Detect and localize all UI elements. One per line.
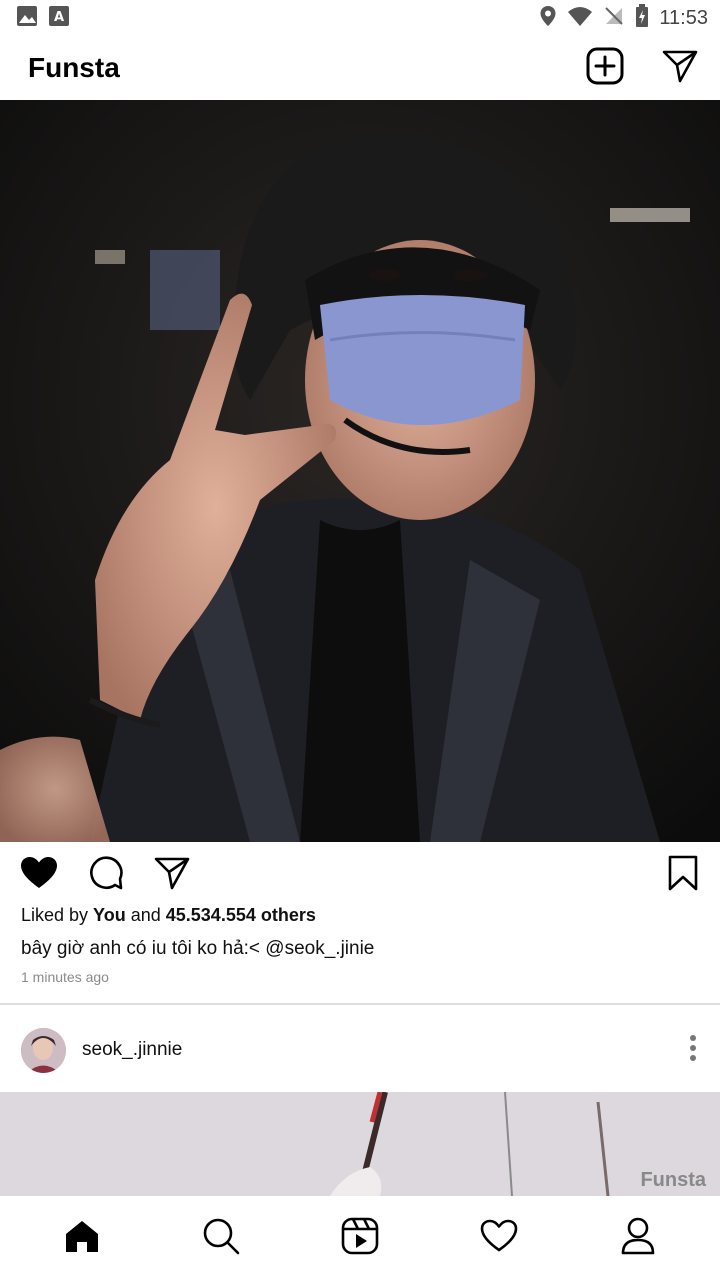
next-post-username[interactable]: seok_.jinnie xyxy=(82,1039,182,1061)
post-actions-left xyxy=(20,855,190,896)
app-header: Funsta xyxy=(0,36,720,100)
app-title: Funsta xyxy=(28,52,120,83)
like-button[interactable] xyxy=(20,856,58,895)
svg-text:A: A xyxy=(54,10,64,25)
wifi-icon xyxy=(567,5,593,32)
status-right: 11:53 xyxy=(539,3,708,33)
image-notification-icon xyxy=(16,5,38,32)
status-left: A xyxy=(16,5,70,32)
share-icon xyxy=(154,856,190,895)
more-vertical-icon xyxy=(688,1034,698,1067)
direct-message-button[interactable] xyxy=(662,49,698,88)
post-photo[interactable] xyxy=(0,100,720,842)
post-actions xyxy=(0,852,720,898)
next-post-photo[interactable]: Funsta xyxy=(0,1092,720,1196)
likes-user[interactable]: You xyxy=(93,905,126,925)
next-post-header: seok_.jinnie xyxy=(0,1020,720,1080)
add-post-icon xyxy=(586,47,624,90)
status-bar: A 11:53 xyxy=(0,0,720,36)
likes-middle: and xyxy=(125,905,166,925)
bookmark-button[interactable] xyxy=(668,855,698,896)
location-icon xyxy=(539,5,557,32)
nav-activity[interactable] xyxy=(459,1208,539,1268)
likes-prefix: Liked by xyxy=(21,905,94,925)
nav-reels[interactable] xyxy=(320,1208,400,1268)
post-timestamp: 1 minutes ago xyxy=(21,969,109,985)
post-divider xyxy=(0,1003,720,1005)
bookmark-icon xyxy=(668,855,698,896)
activity-icon xyxy=(480,1219,518,1258)
home-icon xyxy=(63,1218,101,1259)
bottom-nav xyxy=(0,1196,720,1280)
heart-filled-icon xyxy=(20,856,58,895)
next-post-user[interactable]: seok_.jinnie xyxy=(21,1027,182,1073)
add-post-button[interactable] xyxy=(586,47,624,90)
watermark-text: Funsta xyxy=(640,1169,706,1191)
likes-count[interactable]: 45.534.554 others xyxy=(166,905,316,925)
nav-home[interactable] xyxy=(42,1208,122,1268)
avatar[interactable] xyxy=(21,1027,66,1073)
reels-icon xyxy=(341,1217,379,1260)
status-time: 11:53 xyxy=(659,6,708,29)
search-icon xyxy=(202,1217,240,1260)
header-actions xyxy=(586,47,698,90)
no-sim-icon xyxy=(603,5,625,32)
comment-button[interactable] xyxy=(88,855,124,896)
battery-charging-icon xyxy=(635,3,649,33)
comment-icon xyxy=(88,855,124,896)
share-button[interactable] xyxy=(154,856,190,895)
post-menu-button[interactable] xyxy=(688,1034,698,1067)
font-notification-icon: A xyxy=(48,5,70,32)
nav-search[interactable] xyxy=(181,1208,261,1268)
likes-text: Liked by You and 45.534.554 others xyxy=(21,905,316,926)
post-caption: bây giờ anh có iu tôi ko hả:< @seok_.jin… xyxy=(21,938,375,959)
direct-message-icon xyxy=(662,49,698,88)
nav-profile[interactable] xyxy=(598,1208,678,1268)
profile-icon xyxy=(620,1217,656,1260)
